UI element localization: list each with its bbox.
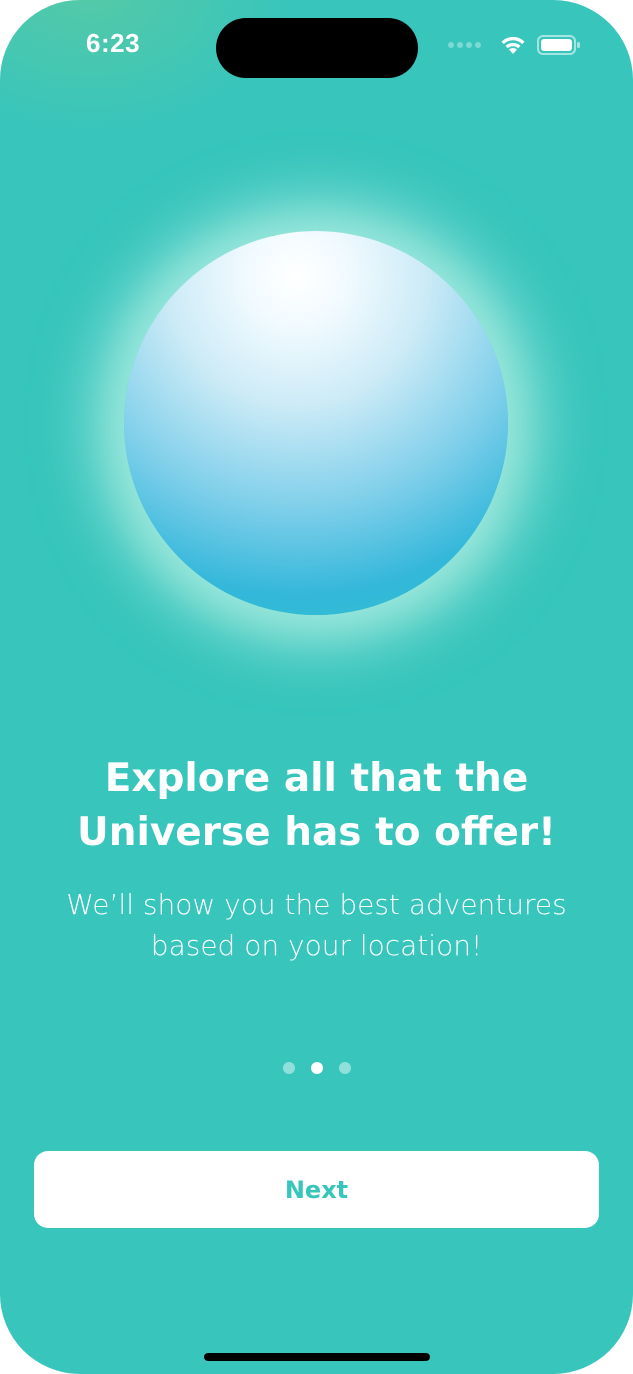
home-indicator[interactable] bbox=[204, 1353, 430, 1361]
page-dot-3[interactable] bbox=[338, 1062, 351, 1074]
next-button[interactable]: Next bbox=[34, 1151, 599, 1228]
planet-orb-illustration bbox=[124, 231, 508, 615]
dynamic-island bbox=[216, 18, 418, 78]
page-dot-1[interactable] bbox=[282, 1062, 295, 1074]
phone-screen: 6:23 Explore all that the Universe has t… bbox=[0, 0, 633, 1374]
cellular-signal-icon bbox=[448, 42, 481, 48]
wifi-icon bbox=[501, 36, 525, 54]
battery-icon bbox=[537, 35, 580, 55]
onboarding-subtitle: We’ll show you the best adventures based… bbox=[66, 888, 567, 962]
page-indicator[interactable] bbox=[0, 1062, 633, 1074]
onboarding-headline: Explore all that the Universe has to off… bbox=[77, 756, 556, 855]
status-icons bbox=[448, 34, 581, 56]
status-time: 6:23 bbox=[86, 28, 141, 58]
page-dot-2-active[interactable] bbox=[310, 1062, 323, 1074]
